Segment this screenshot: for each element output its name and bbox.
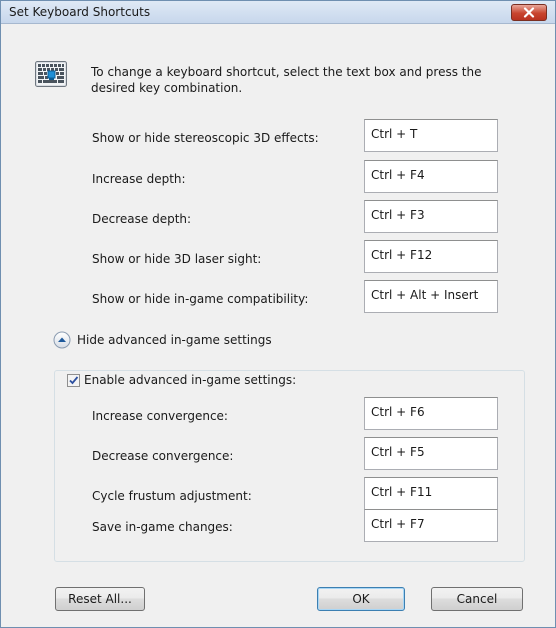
label-decrease-convergence: Decrease convergence:	[92, 449, 234, 463]
reset-all-button[interactable]: Reset All...	[55, 587, 145, 611]
label-save-changes: Save in-game changes:	[92, 520, 233, 534]
label-laser-sight: Show or hide 3D laser sight:	[92, 252, 262, 266]
chevron-up-icon[interactable]	[53, 331, 71, 349]
shortcut-field-cycle-frustum[interactable]: Ctrl + F11	[364, 477, 498, 510]
toggle-advanced-link[interactable]: Hide advanced in-game settings	[77, 333, 272, 347]
checkmark-icon	[69, 375, 79, 384]
dialog-window: Set Keyboard Shortcuts To change a keybo…	[0, 0, 556, 628]
shortcut-field-decrease-depth[interactable]: Ctrl + F3	[364, 200, 498, 233]
ok-button[interactable]: OK	[317, 587, 405, 611]
label-decrease-depth: Decrease depth:	[92, 212, 192, 226]
instructions-text: To change a keyboard shortcut, select th…	[91, 65, 482, 95]
dialog-content: To change a keyboard shortcut, select th…	[1, 24, 555, 627]
keyboard-icon	[35, 61, 67, 87]
label-game-compat: Show or hide in-game compatibility:	[92, 292, 309, 306]
shortcut-field-save-changes[interactable]: Ctrl + F7	[364, 509, 498, 542]
shortcut-field-increase-convergence[interactable]: Ctrl + F6	[364, 397, 498, 430]
enable-advanced-header[interactable]: Enable advanced in-game settings:	[67, 373, 301, 387]
label-cycle-frustum: Cycle frustum adjustment:	[92, 489, 252, 503]
shortcut-field-increase-depth[interactable]: Ctrl + F4	[364, 160, 498, 193]
shortcut-field-laser-sight[interactable]: Ctrl + F12	[364, 240, 498, 273]
shortcut-field-toggle-3d[interactable]: Ctrl + T	[364, 119, 498, 152]
label-increase-depth: Increase depth:	[92, 172, 186, 186]
window-title: Set Keyboard Shortcuts	[9, 5, 151, 19]
close-button[interactable]	[511, 4, 547, 21]
shortcut-field-decrease-convergence[interactable]: Ctrl + F5	[364, 437, 498, 470]
cancel-button[interactable]: Cancel	[431, 587, 523, 611]
label-increase-convergence: Increase convergence:	[92, 409, 228, 423]
label-toggle-3d: Show or hide stereoscopic 3D effects:	[92, 131, 319, 145]
close-icon	[523, 7, 535, 18]
enable-advanced-label[interactable]: Enable advanced in-game settings:	[84, 373, 296, 387]
shortcut-field-game-compat[interactable]: Ctrl + Alt + Insert	[364, 280, 498, 313]
title-bar[interactable]: Set Keyboard Shortcuts	[1, 1, 555, 24]
enable-advanced-checkbox[interactable]	[67, 373, 80, 387]
